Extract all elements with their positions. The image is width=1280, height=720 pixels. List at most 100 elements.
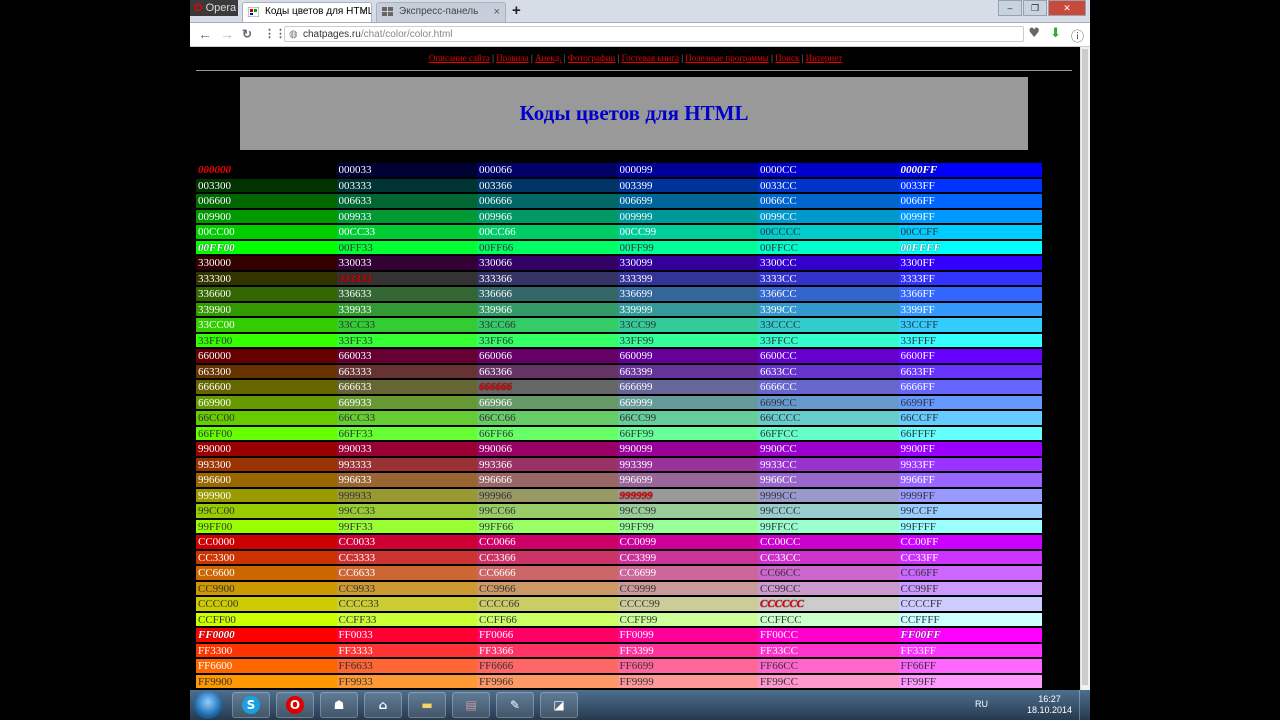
- color-cell: 00CC00: [196, 225, 337, 240]
- color-cell: 0000CC: [758, 163, 899, 178]
- scrollbar[interactable]: [1080, 47, 1090, 690]
- color-cell: CCCC99: [617, 597, 758, 612]
- color-cell: FF0000: [196, 628, 337, 643]
- color-cell: 33FF00: [196, 333, 337, 348]
- color-cell: 999966: [477, 488, 618, 503]
- color-cell: 66CC33: [336, 411, 477, 426]
- maximize-button[interactable]: ❐: [1023, 0, 1047, 16]
- url-field[interactable]: ◍ chatpages.ru/chat/color/color.html: [284, 26, 1024, 42]
- table-row: 336600 336633 336666 336699 3366CC 3366FF: [196, 287, 1072, 303]
- color-cell: 99CCFF: [898, 504, 1042, 519]
- tab-label: Экспресс-панель: [399, 6, 479, 17]
- new-tab-button[interactable]: +: [512, 2, 521, 19]
- color-cell: 00FF99: [617, 240, 758, 255]
- clock-date: 18.10.2014: [1026, 705, 1072, 715]
- table-row: FF3300 FF3333 FF3366 FF3399 FF33CC FF33FF: [196, 643, 1072, 660]
- game-taskbar-button[interactable]: ☗: [320, 692, 358, 718]
- color-cell: CC3333: [336, 550, 477, 565]
- table-row: CC9900 CC9933 CC9966 CC9999 CC99CC CC99FF: [196, 581, 1072, 598]
- color-cell: 669966: [477, 395, 618, 410]
- table-row: 33CC00 33CC33 33CC66 33CC99 33CCCC 33CCFF: [196, 318, 1072, 334]
- menu-link[interactable]: Анекд.: [535, 53, 562, 63]
- color-cell: FF0033: [336, 628, 477, 643]
- notepad-taskbar-button[interactable]: ✎: [496, 692, 534, 718]
- close-tab-icon[interactable]: ×: [494, 3, 500, 21]
- heart-icon[interactable]: ♥: [1028, 26, 1040, 45]
- color-cell: 00CCCC: [758, 225, 899, 240]
- color-cell: FF9999: [617, 674, 758, 689]
- tab-speed-dial[interactable]: Экспресс-панель ×: [376, 2, 506, 22]
- menu-link[interactable]: Поиск: [775, 53, 799, 63]
- table-row: 666600 666633 666666 666699 6666CC 6666FF: [196, 380, 1072, 396]
- table-row: FF0000 FF0033 FF0066 FF0099 FF00CC FF00FF: [196, 628, 1072, 644]
- network-taskbar-button[interactable]: ⌂: [364, 692, 402, 718]
- color-cell: FF6633: [336, 659, 477, 674]
- color-cell: 993366: [477, 457, 618, 472]
- tool-taskbar-button[interactable]: ◪: [540, 692, 578, 718]
- color-cell: 666666: [477, 380, 618, 395]
- color-cell: 339933: [336, 302, 477, 317]
- language-indicator[interactable]: RU: [975, 699, 988, 709]
- color-cell: 990000: [196, 442, 337, 457]
- info-icon[interactable]: ⓘ: [1071, 26, 1084, 45]
- reload-icon[interactable]: ↻: [242, 27, 252, 41]
- color-cell: 66FF00: [196, 426, 337, 441]
- opera-menu-button[interactable]: O Opera: [190, 0, 238, 16]
- menu-link[interactable]: Описание сайта: [429, 53, 490, 63]
- menu-link[interactable]: Правила: [496, 53, 529, 63]
- minimize-button[interactable]: –: [998, 0, 1022, 16]
- color-cell: 33FFCC: [758, 333, 899, 348]
- folder-taskbar-button[interactable]: ▬: [408, 692, 446, 718]
- table-row: CC0000 CC0033 CC0066 CC0099 CC00CC CC00FF: [196, 535, 1072, 551]
- speed-dial-icon: [382, 7, 393, 16]
- table-row: 99CC00 99CC33 99CC66 99CC99 99CCCC 99CCFF: [196, 504, 1072, 520]
- color-cell: 00CC99: [617, 225, 758, 240]
- color-cell: CCCC00: [196, 597, 337, 612]
- color-cell: 003399: [617, 178, 758, 193]
- close-tab-icon[interactable]: ×: [360, 3, 366, 21]
- menu-link[interactable]: Фотографии: [568, 53, 615, 63]
- clock[interactable]: 16:27 18.10.2014: [1027, 694, 1072, 716]
- color-cell: 333399: [617, 271, 758, 286]
- show-desktop-button[interactable]: [1079, 690, 1090, 720]
- winrar-taskbar-button[interactable]: ▤: [452, 692, 490, 718]
- table-row: 003300 003333 003366 003399 0033CC 0033FF: [196, 178, 1072, 195]
- color-cell: 333333: [336, 271, 477, 286]
- back-arrow-icon[interactable]: ←: [198, 26, 212, 42]
- start-button[interactable]: [194, 691, 222, 719]
- scrollbar-thumb[interactable]: [1082, 49, 1088, 685]
- color-cell: 3366FF: [898, 287, 1042, 302]
- title-box: Коды цветов для HTML: [240, 77, 1028, 150]
- color-cell: 3300FF: [898, 256, 1042, 271]
- color-cell: CC6600: [196, 566, 337, 581]
- color-cell: 339999: [617, 302, 758, 317]
- speed-dial-grid-icon[interactable]: ⋮⋮: [264, 27, 286, 40]
- menu-link[interactable]: Полезные программы: [685, 53, 769, 63]
- menu-link[interactable]: Интернет: [806, 53, 843, 63]
- close-window-button[interactable]: ✕: [1048, 0, 1086, 16]
- color-cell: 006666: [477, 194, 618, 209]
- color-cell: 999999: [617, 488, 758, 503]
- table-row: FF6600 FF6633 FF6666 FF6699 FF66CC FF66FF: [196, 659, 1072, 675]
- color-cell: 33CCCC: [758, 318, 899, 333]
- color-cell: 336633: [336, 287, 477, 302]
- color-cell: 000033: [336, 163, 477, 178]
- color-cell: FF66CC: [758, 659, 899, 674]
- color-cell: CC66CC: [758, 566, 899, 581]
- tab-color-codes[interactable]: Коды цветов для HTML ×: [242, 2, 372, 22]
- color-cell: CC6633: [336, 566, 477, 581]
- color-cell: CC66FF: [898, 566, 1042, 581]
- color-cell: 330000: [196, 256, 337, 271]
- color-cell: 663366: [477, 364, 618, 379]
- color-cell: CC3366: [477, 550, 618, 565]
- opera-taskbar-button[interactable]: O: [276, 692, 314, 718]
- color-cell: CC3399: [617, 550, 758, 565]
- menu-link[interactable]: Гостевая книга: [622, 53, 679, 63]
- skype-taskbar-button[interactable]: S: [232, 692, 270, 718]
- color-cell: 3366CC: [758, 287, 899, 302]
- download-icon[interactable]: ⬇: [1050, 26, 1061, 45]
- forward-arrow-icon[interactable]: →: [220, 26, 234, 42]
- address-bar: ← → ↻ ⋮⋮ ◍ chatpages.ru/chat/color/color…: [190, 23, 1090, 47]
- color-cell: 996633: [336, 473, 477, 488]
- color-cell: 99FF99: [617, 519, 758, 534]
